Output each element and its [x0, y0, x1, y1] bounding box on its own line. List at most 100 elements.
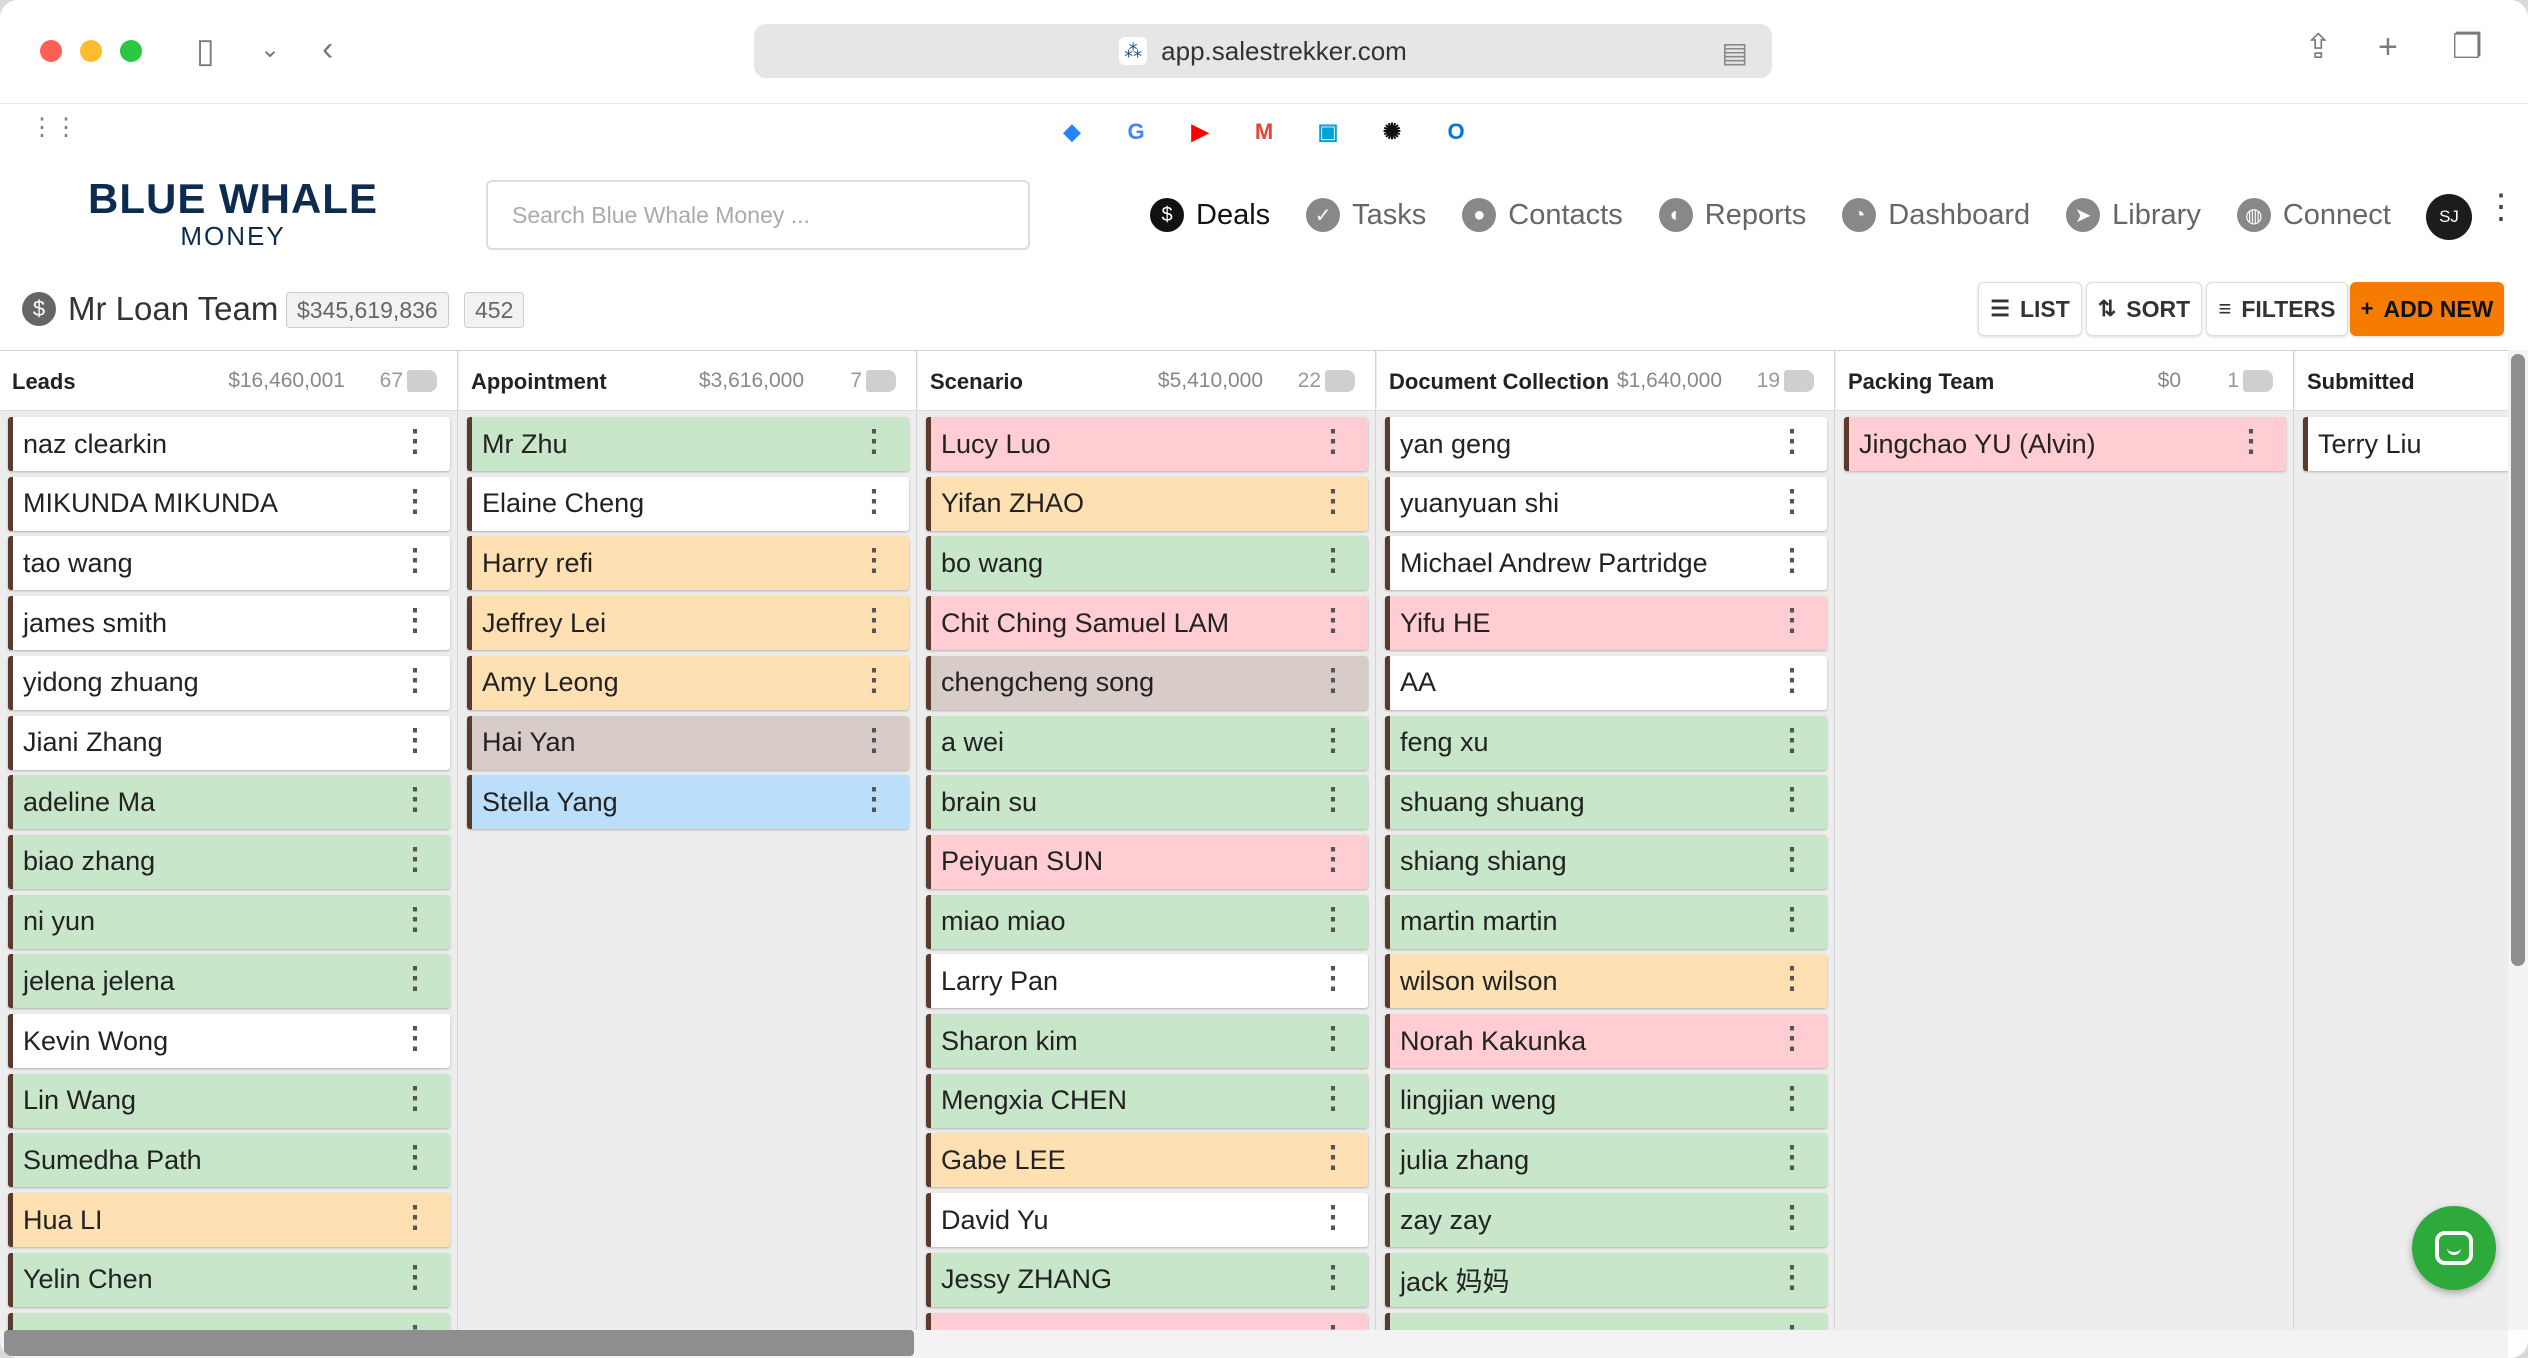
deal-card[interactable]: jelena jelena ⋮: [8, 954, 450, 1009]
deal-card[interactable]: Michael Andrew Partridge ⋮: [1385, 536, 1827, 591]
deal-card[interactable]: Harry refi ⋮: [467, 536, 909, 591]
card-menu-icon[interactable]: ⋮: [1777, 1262, 1807, 1293]
search-input[interactable]: [486, 180, 1030, 250]
card-menu-icon[interactable]: ⋮: [859, 427, 889, 457]
card-menu-icon[interactable]: ⋮: [1777, 1322, 1807, 1330]
deal-card[interactable]: Lucy Luo ⋮: [926, 417, 1368, 471]
back-icon[interactable]: ‹: [322, 32, 333, 66]
deal-card[interactable]: Yelin Chen ⋮: [8, 1252, 450, 1307]
card-menu-icon[interactable]: ⋮: [859, 606, 889, 636]
card-menu-icon[interactable]: ⋮: [1777, 606, 1807, 636]
deal-card[interactable]: martin martin ⋮: [1385, 894, 1827, 949]
google-icon[interactable]: G: [1118, 114, 1154, 150]
card-menu-icon[interactable]: ⋮: [1777, 546, 1807, 576]
card-menu-icon[interactable]: ⋮: [1318, 1083, 1348, 1114]
deal-card[interactable]: james smith ⋮: [8, 596, 450, 651]
deal-card[interactable]: Peiyuan SUN ⋮: [926, 834, 1368, 889]
card-menu-icon[interactable]: ⋮: [1318, 486, 1348, 517]
deal-card[interactable]: wilson wilson ⋮: [1385, 954, 1827, 1009]
deal-card[interactable]: Yifu HE ⋮: [1385, 596, 1827, 651]
card-menu-icon[interactable]: ⋮: [400, 606, 430, 636]
sidebar-toggle-icon[interactable]: ▯: [196, 34, 215, 68]
column-header[interactable]: Leads $16,460,001 67: [0, 351, 457, 411]
card-menu-icon[interactable]: ⋮: [400, 904, 430, 935]
card-menu-icon[interactable]: ⋮: [1318, 844, 1348, 875]
deal-card[interactable]: adeline Ma ⋮: [8, 775, 450, 830]
deal-card[interactable]: Sumedha Path ⋮: [8, 1133, 450, 1188]
deal-card[interactable]: chengcheng song ⋮: [926, 655, 1368, 710]
pipeline-title[interactable]: Mr Loan Team: [68, 290, 278, 328]
card-menu-icon[interactable]: ⋮: [400, 1024, 430, 1054]
deal-card[interactable]: yuanyuan shi ⋮: [1385, 476, 1827, 531]
deal-card[interactable]: Sharon kim ⋮: [926, 1014, 1368, 1068]
deal-card[interactable]: ⋮: [8, 1312, 450, 1330]
card-menu-icon[interactable]: ⋮: [400, 486, 430, 517]
new-tab-icon[interactable]: +: [2378, 30, 2398, 64]
nav-connect[interactable]: ◍ Connect: [2236, 198, 2391, 232]
deal-card[interactable]: Larry Pan ⋮: [926, 954, 1368, 1009]
deal-card[interactable]: Yifan ZHAO ⋮: [926, 476, 1368, 531]
list-view-button[interactable]: ☰ LIST: [1978, 282, 2082, 336]
card-menu-icon[interactable]: ⋮: [1777, 1024, 1807, 1054]
deal-card[interactable]: Jingchao YU (Alvin) ⋮: [1844, 417, 2286, 471]
share-icon[interactable]: ⇪: [2304, 30, 2333, 64]
card-menu-icon[interactable]: ⋮: [1777, 1203, 1807, 1233]
deal-card[interactable]: Gabe LEE ⋮: [926, 1133, 1368, 1188]
deal-card[interactable]: Mengxia CHEN ⋮: [926, 1073, 1368, 1128]
card-menu-icon[interactable]: ⋮: [859, 665, 889, 696]
deal-card[interactable]: lingjian weng ⋮: [1385, 1073, 1827, 1128]
card-menu-icon[interactable]: ⋮: [859, 725, 889, 756]
deal-card[interactable]: Jeffrey Lei ⋮: [467, 596, 909, 651]
grid-icon[interactable]: ⋮⋮: [30, 116, 78, 140]
deal-card[interactable]: yidong zhuang ⋮: [8, 655, 450, 710]
chevron-down-icon[interactable]: ⌄: [260, 38, 280, 62]
card-menu-icon[interactable]: ⋮: [1318, 725, 1348, 756]
card-menu-icon[interactable]: ⋮: [400, 844, 430, 875]
column-header[interactable]: Scenario $5,410,000 22: [918, 351, 1375, 411]
card-menu-icon[interactable]: ⋮: [2236, 427, 2266, 457]
deal-card[interactable]: Chit Ching Samuel LAM ⋮: [926, 596, 1368, 651]
card-menu-icon[interactable]: ⋮: [400, 1262, 430, 1293]
card-menu-icon[interactable]: ⋮: [1777, 486, 1807, 517]
deal-card[interactable]: miao miao ⋮: [926, 894, 1368, 949]
deal-card[interactable]: Jiani Zhang ⋮: [8, 715, 450, 770]
card-menu-icon[interactable]: ⋮: [400, 665, 430, 696]
nav-tasks[interactable]: ✓ Tasks: [1306, 198, 1426, 232]
vertical-scrollbar[interactable]: [2508, 350, 2528, 1330]
card-menu-icon[interactable]: ⋮: [1777, 964, 1807, 994]
card-menu-icon[interactable]: ⋮: [1318, 665, 1348, 696]
deal-card[interactable]: MIKUNDA MIKUNDA ⋮: [8, 476, 450, 531]
deal-card[interactable]: ⋮: [926, 1312, 1368, 1330]
deal-card[interactable]: Terry Liu⋮: [2303, 417, 2508, 471]
card-menu-icon[interactable]: ⋮: [400, 1143, 430, 1173]
company-logo[interactable]: BLUE WHALE MONEY: [88, 176, 378, 251]
minimize-window-button[interactable]: [80, 40, 102, 62]
deal-card[interactable]: jack 妈妈 ⋮: [1385, 1252, 1827, 1307]
deal-card[interactable]: bo wang ⋮: [926, 536, 1368, 591]
deal-card[interactable]: tao wang ⋮: [8, 536, 450, 591]
deal-card[interactable]: David Yu ⋮: [926, 1193, 1368, 1248]
card-menu-icon[interactable]: ⋮: [1318, 1262, 1348, 1293]
card-menu-icon[interactable]: ⋮: [400, 1322, 430, 1330]
deal-card[interactable]: AA ⋮: [1385, 655, 1827, 710]
card-menu-icon[interactable]: ⋮: [400, 964, 430, 994]
vertical-scrollbar-thumb[interactable]: [2511, 354, 2525, 966]
deal-card[interactable]: Norah Kakunka ⋮: [1385, 1014, 1827, 1068]
card-menu-icon[interactable]: ⋮: [400, 725, 430, 756]
openai-icon[interactable]: ✺: [1374, 114, 1410, 150]
card-menu-icon[interactable]: ⋮: [400, 1083, 430, 1114]
card-menu-icon[interactable]: ⋮: [1318, 785, 1348, 815]
sort-button[interactable]: ⇅ SORT: [2086, 282, 2202, 336]
deal-card[interactable]: Hua LI ⋮: [8, 1193, 450, 1248]
jira-icon[interactable]: ◆: [1054, 114, 1090, 150]
deal-card[interactable]: zay zay ⋮: [1385, 1193, 1827, 1248]
card-menu-icon[interactable]: ⋮: [400, 427, 430, 457]
deal-card[interactable]: Jessy ZHANG ⋮: [926, 1252, 1368, 1307]
youtube-icon[interactable]: ▶: [1182, 114, 1218, 150]
card-menu-icon[interactable]: ⋮: [1777, 844, 1807, 875]
card-menu-icon[interactable]: ⋮: [1777, 1083, 1807, 1114]
card-menu-icon[interactable]: ⋮: [400, 546, 430, 576]
deal-card[interactable]: ni yun ⋮: [8, 894, 450, 949]
card-menu-icon[interactable]: ⋮: [1318, 1203, 1348, 1233]
card-menu-icon[interactable]: ⋮: [1318, 964, 1348, 994]
